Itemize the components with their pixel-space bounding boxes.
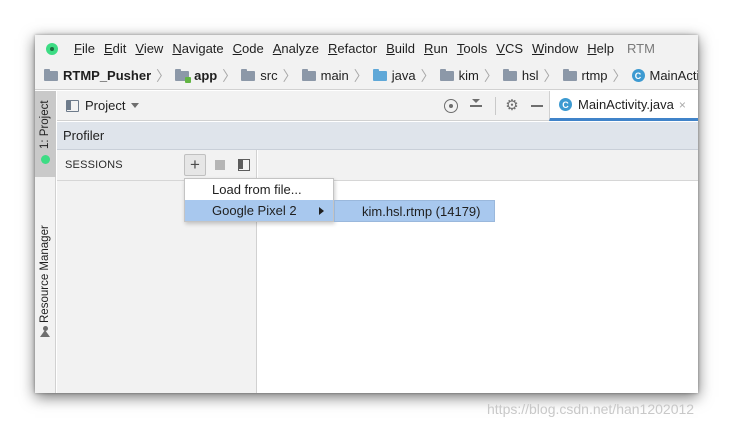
folder-icon [241, 68, 256, 81]
menu-item-google-pixel-2[interactable]: Google Pixel 2 [185, 200, 333, 221]
submenu-arrow-icon [319, 207, 324, 215]
menu-refactor[interactable]: Refactor [328, 41, 377, 56]
crumb-label: java [391, 68, 416, 83]
tool-tab-project-label: 1: Project [39, 100, 51, 149]
tool-tab-project[interactable]: 1: Project [35, 91, 56, 177]
menu-window[interactable]: Window [532, 41, 578, 56]
ide-window: File Edit View Navigate Code Analyze Ref… [35, 35, 698, 393]
crumb-label: src [260, 68, 278, 83]
breadcrumb-separator-icon: 〉 [543, 67, 558, 84]
add-session-button[interactable]: + [184, 154, 206, 176]
tool-tab-resource-manager-label: Resource Manager [39, 225, 51, 323]
breadcrumb-separator-icon: 〉 [282, 67, 297, 84]
sessions-header: SESSIONS + [57, 150, 257, 181]
gear-icon[interactable]: ⚙ [504, 98, 520, 114]
crumb-kim[interactable]: kim [439, 68, 479, 83]
crumb-project[interactable]: RTMP_Pusher [44, 68, 151, 83]
breadcrumb-separator-icon: 〉 [420, 67, 435, 84]
collapse-sessions-icon[interactable] [238, 159, 250, 171]
breadcrumb-separator-icon: 〉 [353, 67, 368, 84]
project-view-selector[interactable]: Project [85, 98, 125, 113]
class-icon: C [559, 98, 572, 111]
menu-item-load-from-file[interactable]: Load from file... [185, 179, 333, 200]
crumb-mainactivity[interactable]: C MainActivity [631, 68, 699, 83]
crumb-module[interactable]: app [175, 68, 217, 83]
menu-view[interactable]: View [135, 41, 163, 56]
crumb-label: main [320, 68, 349, 83]
stop-icon[interactable] [215, 160, 225, 170]
breadcrumb-separator-icon: 〉 [156, 67, 171, 84]
package-icon [502, 68, 517, 81]
menu-bar: File Edit View Navigate Code Analyze Ref… [35, 35, 698, 62]
android-icon [41, 155, 50, 164]
crumb-label: kim [458, 68, 479, 83]
crumb-hsl[interactable]: hsl [502, 68, 539, 83]
folder-icon [301, 68, 316, 81]
hide-panel-icon[interactable] [529, 98, 545, 114]
menu-navigate[interactable]: Navigate [172, 41, 223, 56]
menu-tools[interactable]: Tools [457, 41, 487, 56]
close-icon[interactable]: × [679, 98, 686, 112]
toolbar-divider [495, 97, 496, 115]
crumb-java[interactable]: java [372, 68, 416, 83]
crumb-main[interactable]: main [301, 68, 349, 83]
menu-vcs[interactable]: VCS [496, 41, 523, 56]
chevron-down-icon[interactable] [131, 103, 140, 108]
breadcrumb: RTMP_Pusher 〉 app 〉 src 〉 main 〉 java 〉 … [35, 62, 698, 90]
tool-tab-resource-manager[interactable]: Resource Manager [35, 217, 56, 341]
submenu-item-process[interactable]: kim.hsl.rtmp (14179) [334, 200, 495, 222]
menu-help[interactable]: Help [587, 41, 614, 56]
android-studio-icon [46, 42, 58, 55]
profiler-title-bar: Profiler [57, 122, 698, 150]
menu-run[interactable]: Run [424, 41, 448, 56]
menu-analyze[interactable]: Analyze [273, 41, 319, 56]
crumb-label: app [194, 68, 218, 83]
editor-tab-mainactivity[interactable]: C MainActivity.java × [549, 91, 698, 121]
profiler-toolbar [258, 150, 698, 181]
project-header-actions: ⚙ [443, 91, 554, 121]
new-session-menu: Load from file... Google Pixel 2 [184, 178, 334, 222]
crumb-label: RTMP_Pusher [63, 68, 152, 83]
collapse-all-icon[interactable] [468, 98, 484, 114]
menu-code[interactable]: Code [233, 41, 264, 56]
watermark: https://blog.csdn.net/han1202012 [487, 401, 695, 417]
menu-item-label: Google Pixel 2 [212, 203, 297, 218]
crumb-src[interactable]: src [241, 68, 278, 83]
project-folder-icon [44, 68, 58, 81]
class-icon: C [631, 69, 645, 82]
locate-target-icon[interactable] [443, 98, 459, 114]
window-title-fragment: RTM [627, 41, 655, 56]
crumb-label: rtmp [581, 68, 608, 83]
editor-tab-label: MainActivity.java [578, 97, 674, 112]
sessions-label: SESSIONS [65, 159, 123, 171]
menu-edit[interactable]: Edit [104, 41, 126, 56]
profiler-title: Profiler [63, 128, 105, 143]
crumb-label: hsl [521, 68, 539, 83]
module-folder-icon [175, 68, 192, 83]
crumb-label: MainActivity [649, 68, 699, 83]
breadcrumb-separator-icon: 〉 [222, 67, 237, 84]
crumb-rtmp[interactable]: rtmp [562, 68, 608, 83]
breadcrumb-separator-icon: 〉 [612, 67, 627, 84]
project-view-icon [66, 99, 79, 112]
package-icon [562, 68, 577, 81]
resource-manager-icon [40, 326, 51, 337]
breadcrumb-separator-icon: 〉 [483, 67, 498, 84]
left-tool-strip: 1: Project Resource Manager [35, 91, 56, 393]
source-folder-icon [372, 68, 387, 81]
package-icon [439, 68, 454, 81]
menu-build[interactable]: Build [386, 41, 415, 56]
menu-file[interactable]: File [74, 41, 95, 56]
